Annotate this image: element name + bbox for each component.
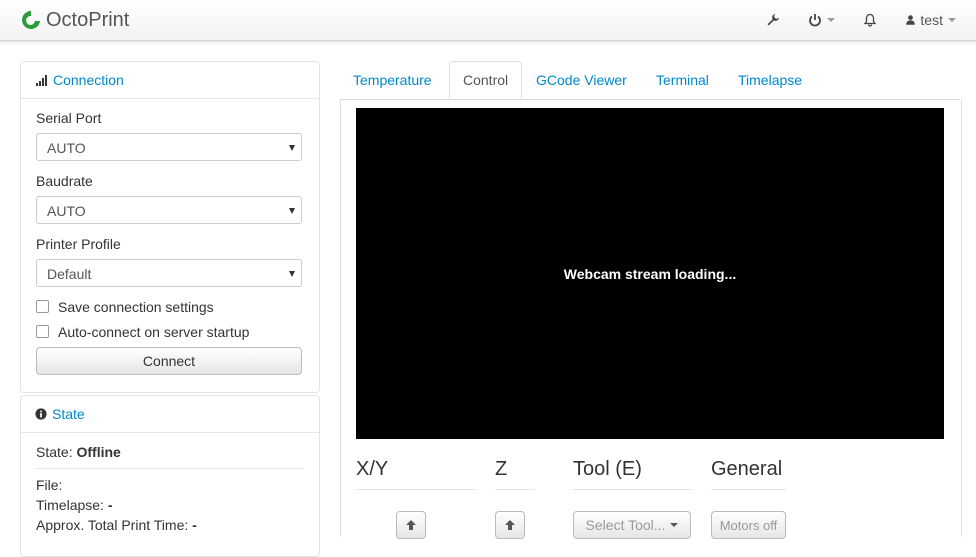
tab-terminal[interactable]: Terminal (643, 61, 722, 99)
dropdown-arrow-icon (289, 271, 295, 277)
arrow-up-icon (505, 520, 515, 530)
info-icon (35, 408, 47, 420)
xy-section-title: X/Y (356, 456, 476, 490)
approx-time-value: - (192, 517, 197, 533)
timelapse-value: - (107, 497, 113, 513)
tab-control[interactable]: Control (449, 61, 523, 99)
general-section-title: General (711, 456, 786, 490)
bell-icon (864, 13, 877, 27)
connection-header[interactable]: Connection (21, 62, 319, 99)
autoconnect-label: Auto-connect on server startup (58, 323, 250, 340)
autoconnect-row: Auto-connect on server startup (36, 319, 304, 344)
user-menu-button[interactable]: test (905, 12, 956, 28)
state-title: State (52, 406, 85, 422)
baudrate-select[interactable]: AUTO (36, 196, 302, 224)
power-icon (809, 14, 822, 27)
printer-profile-label: Printer Profile (36, 236, 121, 252)
state-row: State: Offline (36, 442, 304, 469)
brand-name: OctoPrint (46, 8, 130, 31)
state-label: State: (36, 444, 73, 460)
baudrate-label: Baudrate (36, 173, 93, 189)
connection-panel: Connection Serial Port AUTO Baudrate AUT… (20, 61, 320, 393)
approx-time-row: Approx. Total Print Time: - (36, 515, 304, 535)
motors-off-label: Motors off (719, 517, 778, 533)
tab-timelapse[interactable]: Timelapse (725, 61, 815, 99)
state-header[interactable]: State (21, 396, 319, 433)
select-tool-label: Select Tool... (585, 517, 666, 533)
connection-title: Connection (53, 72, 124, 88)
motors-off-button[interactable]: Motors off (711, 511, 786, 539)
timelapse-row: Timelapse: - (36, 495, 304, 515)
chevron-down-icon (827, 18, 836, 22)
printer-profile-value: Default (47, 266, 92, 282)
settings-button[interactable] (766, 13, 780, 27)
autoconnect-checkbox[interactable] (36, 325, 49, 338)
webcam-status-text: Webcam stream loading... (563, 265, 737, 282)
y-plus-button[interactable] (396, 511, 426, 539)
select-tool-dropdown[interactable]: Select Tool... (573, 511, 691, 539)
tool-section-title: Tool (E) (573, 456, 693, 490)
save-settings-row: Save connection settings (36, 294, 304, 319)
chevron-down-icon (948, 18, 956, 22)
baudrate-value: AUTO (47, 203, 86, 219)
z-plus-button[interactable] (495, 511, 525, 539)
octoprint-logo-icon (22, 11, 40, 29)
serial-port-select[interactable]: AUTO (36, 133, 302, 161)
printer-profile-select[interactable]: Default (36, 259, 302, 287)
serial-port-label: Serial Port (36, 110, 102, 126)
save-settings-checkbox[interactable] (36, 300, 49, 313)
dropdown-arrow-icon (289, 145, 295, 151)
save-settings-label: Save connection settings (58, 298, 214, 315)
navbar: OctoPrint test (0, 0, 976, 41)
file-row: File: (36, 475, 304, 495)
arrow-up-icon (406, 520, 416, 530)
chevron-down-icon (670, 523, 679, 527)
state-panel: State State: Offline File: Timelapse: - … (20, 395, 320, 557)
brand[interactable]: OctoPrint (20, 8, 129, 32)
webcam-stream[interactable]: Webcam stream loading... (356, 108, 944, 439)
z-section-title: Z (495, 456, 535, 490)
timelapse-label: Timelapse: (36, 497, 104, 513)
user-icon (906, 15, 916, 25)
connect-button[interactable]: Connect (36, 347, 302, 375)
system-menu-button[interactable] (808, 13, 836, 27)
signal-icon (36, 75, 47, 86)
main-tabs: Temperature Control GCode Viewer Termina… (340, 61, 960, 100)
serial-port-value: AUTO (47, 140, 86, 156)
state-value: Offline (76, 444, 121, 460)
file-label: File: (36, 477, 63, 493)
tab-gcode-viewer[interactable]: GCode Viewer (523, 61, 640, 99)
user-name: test (920, 12, 943, 28)
wrench-icon (767, 14, 780, 26)
notifications-button[interactable] (863, 13, 877, 27)
approx-time-label: Approx. Total Print Time: (36, 517, 189, 533)
dropdown-arrow-icon (289, 208, 295, 214)
tab-temperature[interactable]: Temperature (340, 61, 445, 99)
